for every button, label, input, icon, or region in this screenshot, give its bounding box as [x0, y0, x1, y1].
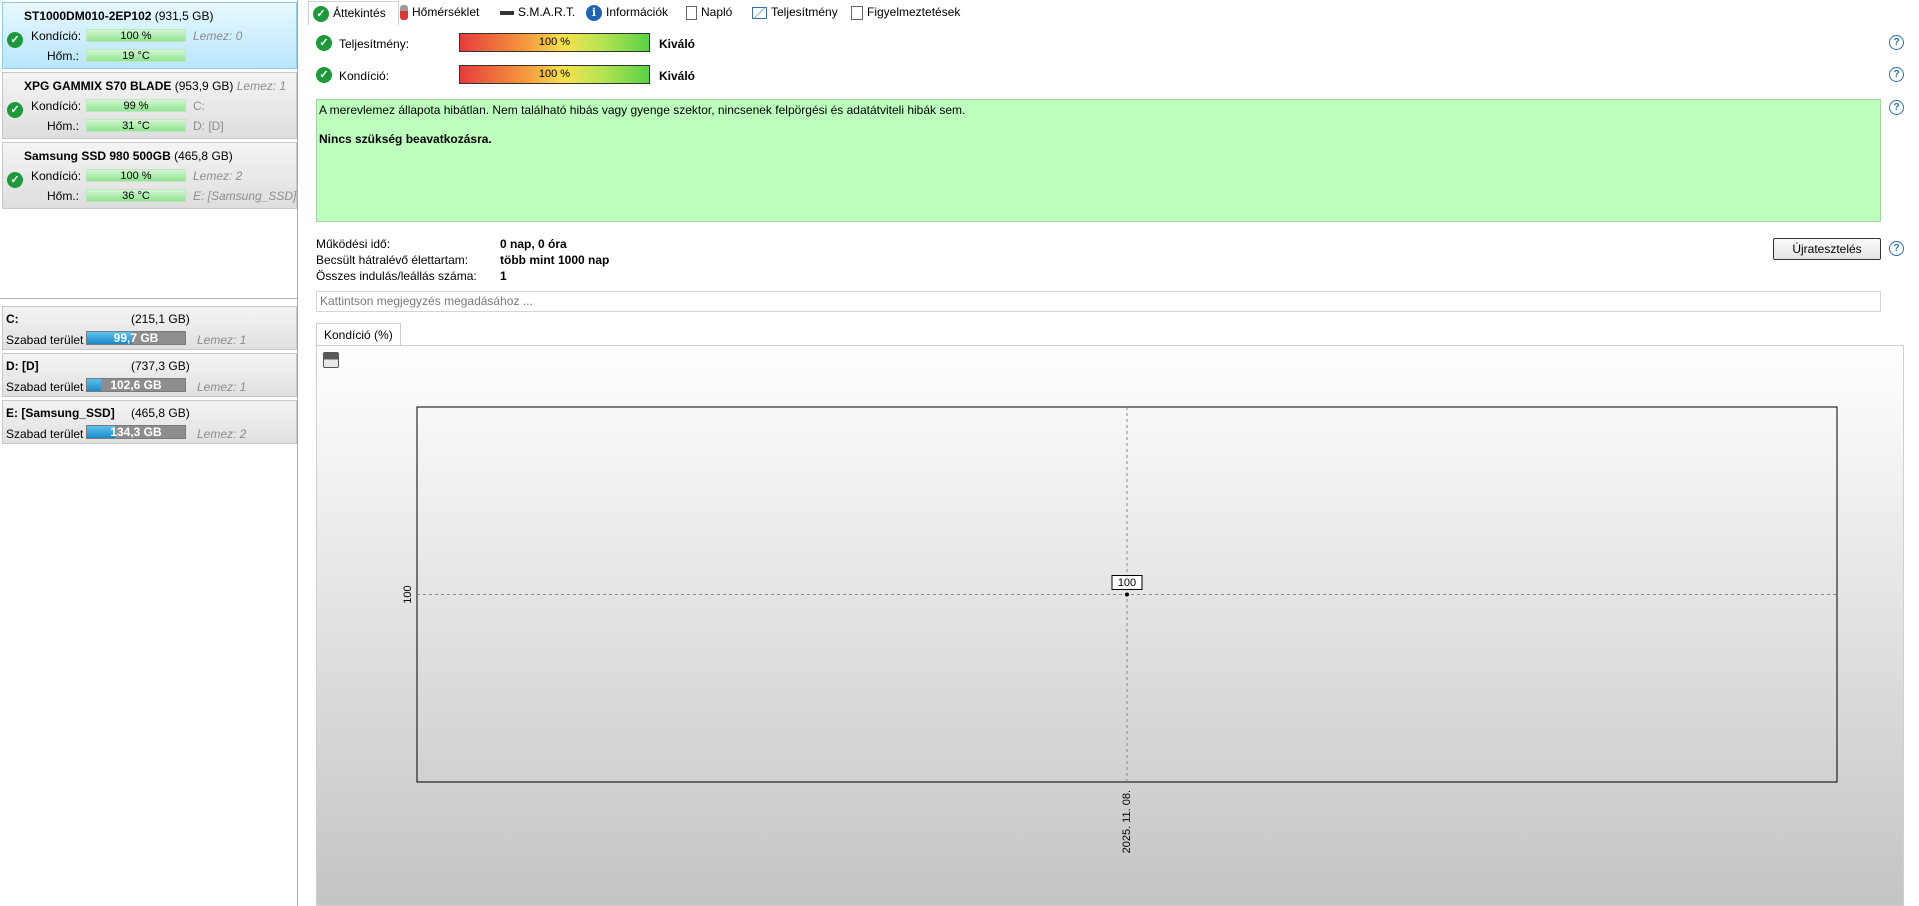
disk-item-0[interactable]: ST1000DM010-2EP102 (931,5 GB) ✓ Kondíció…: [2, 2, 297, 69]
condition-label: Kondíció:: [31, 99, 82, 113]
tab-condition-chart[interactable]: Kondíció (%): [316, 323, 401, 346]
volume-size: (215,1 GB): [131, 312, 190, 326]
condition-chart: 100 2025. 11. 08. 100: [402, 406, 1838, 853]
tab-alerts[interactable]: Figyelmeztetések: [851, 1, 960, 24]
volume-name: D: [D]: [6, 359, 39, 373]
document-icon: [686, 5, 697, 20]
tab-log[interactable]: Napló: [686, 1, 732, 24]
temperature-bar: 31 °C: [86, 119, 186, 132]
ok-check-icon: ✓: [313, 5, 329, 22]
partition-d: D: [D]: [193, 119, 224, 133]
condition-rating: Kiváló: [659, 69, 696, 83]
condition-label: Kondíció:: [339, 69, 390, 83]
ok-check-icon: ✓: [316, 67, 332, 83]
help-icon[interactable]: ?: [1889, 100, 1904, 115]
data-label: 100: [1118, 577, 1136, 589]
partition-c: C:: [193, 99, 205, 113]
tab-bar: ✓ Áttekintés Hőmérséklet S.M.A.R.T. i Info…: [306, 0, 1919, 26]
note-input[interactable]: Kattintson megjegyzés megadásához ...: [316, 291, 1881, 312]
condition-label: Kondíció:: [31, 29, 82, 43]
ok-check-icon: ✓: [7, 32, 23, 48]
tab-performance[interactable]: Teljesítmény: [752, 1, 838, 24]
ok-check-icon: ✓: [7, 102, 23, 118]
free-space-bar: 134,3 GB: [86, 425, 186, 439]
help-icon[interactable]: ?: [1889, 67, 1904, 82]
volume-item-0[interactable]: C: (215,1 GB) Szabad terület 99,7 GB Lem…: [2, 306, 297, 350]
volume-disk: Lemez: 1: [197, 333, 247, 347]
volume-item-1[interactable]: D: [D] (737,3 GB) Szabad terület 102,6 G…: [2, 353, 297, 397]
status-message-box: A merevlemez állapota hibátlan. Nem talá…: [316, 99, 1881, 222]
thermometer-icon: [400, 5, 408, 21]
splitter[interactable]: [0, 298, 297, 299]
tab-info[interactable]: i Információk: [586, 1, 668, 24]
performance-label: Teljesítmény:: [339, 37, 410, 51]
condition-bar: 100 %: [459, 65, 650, 84]
chart-icon: [752, 6, 767, 19]
chart-area: 100 2025. 11. 08. 100: [316, 345, 1904, 906]
free-space-bar: 99,7 GB: [86, 331, 186, 345]
disk-number: Lemez: 2: [193, 169, 243, 183]
disk-item-1[interactable]: XPG GAMMIX S70 BLADE (953,9 GB) Lemez: 1…: [2, 72, 297, 139]
temperature-bar: 19 °C: [86, 49, 186, 62]
volume-size: (737,3 GB): [131, 359, 190, 373]
condition-bar: 99 %: [86, 99, 186, 112]
alerts-document-icon: [851, 5, 863, 20]
status-recommendation: Nincs szükség beavatkozásra.: [319, 132, 492, 146]
temperature-label: Hőm.:: [47, 49, 80, 63]
condition-bar: 100 %: [86, 29, 186, 42]
uptime-label: Működési idő:: [316, 237, 391, 251]
volume-disk: Lemez: 1: [197, 380, 247, 394]
partition-e: E: [Samsung_SSD]: [193, 189, 297, 203]
ok-check-icon: ✓: [316, 35, 332, 51]
free-space-bar: 102,6 GB: [86, 378, 186, 392]
disk-number: Lemez: 0: [193, 29, 243, 43]
temperature-label: Hőm.:: [47, 119, 80, 133]
drive-icon: [500, 10, 514, 15]
retest-button[interactable]: Újratesztelés: [1773, 238, 1881, 260]
info-icon: i: [586, 4, 602, 21]
uptime-value: 0 nap, 0 óra: [500, 237, 567, 251]
tab-overview[interactable]: ✓ Áttekintés: [308, 1, 399, 25]
disk-name: XPG GAMMIX S70 BLADE (953,9 GB) Lemez: 1: [24, 79, 287, 93]
drive-list-panel: ST1000DM010-2EP102 (931,5 GB) ✓ Kondíció…: [0, 0, 298, 906]
start-count-value: 1: [500, 269, 507, 283]
ok-check-icon: ✓: [7, 172, 23, 188]
performance-rating: Kiváló: [659, 37, 696, 51]
disk-name: Samsung SSD 980 500GB (465,8 GB): [24, 149, 233, 163]
temperature-label: Hőm.:: [47, 189, 80, 203]
condition-bar: 100 %: [86, 169, 186, 182]
volume-name: C:: [6, 312, 19, 326]
free-space-label: Szabad terület: [6, 427, 84, 441]
disk-item-2[interactable]: Samsung SSD 980 500GB (465,8 GB) ✓ Kondí…: [2, 142, 297, 209]
x-tick-label: 2025. 11. 08.: [1121, 790, 1133, 853]
disk-name: ST1000DM010-2EP102 (931,5 GB): [24, 9, 214, 23]
volume-disk: Lemez: 2: [197, 427, 247, 441]
tab-temperature[interactable]: Hőmérséklet: [400, 1, 479, 24]
free-space-label: Szabad terület: [6, 380, 84, 394]
help-icon[interactable]: ?: [1889, 241, 1904, 256]
data-point: [1125, 592, 1129, 597]
status-message: A merevlemez állapota hibátlan. Nem talá…: [319, 103, 966, 117]
tab-smart[interactable]: S.M.A.R.T.: [500, 1, 575, 24]
lifetime-label: Becsült hátralévő élettartam:: [316, 253, 469, 267]
lifetime-value: több mint 1000 nap: [500, 253, 610, 267]
y-tick-label: 100: [402, 585, 414, 603]
temperature-bar: 36 °C: [86, 189, 186, 202]
help-icon[interactable]: ?: [1889, 35, 1904, 50]
free-space-label: Szabad terület: [6, 333, 84, 347]
volume-item-2[interactable]: E: [Samsung_SSD] (465,8 GB) Szabad terül…: [2, 400, 297, 444]
volume-name: E: [Samsung_SSD]: [6, 406, 115, 420]
volume-size: (465,8 GB): [131, 406, 190, 420]
condition-label: Kondíció:: [31, 169, 82, 183]
performance-bar: 100 %: [459, 33, 650, 52]
start-count-label: Összes indulás/leállás száma:: [316, 269, 477, 283]
